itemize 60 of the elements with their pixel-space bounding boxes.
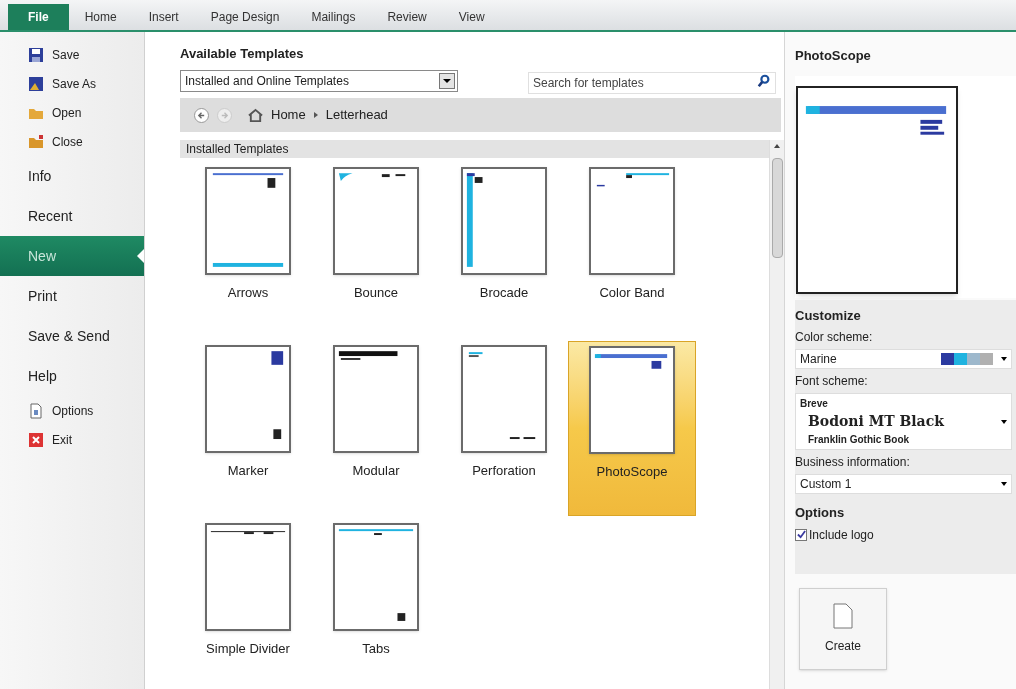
backstage-tab[interactable]: New: [0, 236, 144, 276]
template-item[interactable]: Modular: [312, 341, 440, 516]
create-button[interactable]: Create: [799, 587, 887, 670]
panel-heading: Options: [795, 504, 846, 522]
template-item[interactable]: Perforation: [440, 341, 568, 516]
chevron-icon: [313, 112, 318, 118]
field-label: Color scheme:: [795, 329, 874, 346]
dropdown-arrow-icon: [1001, 482, 1007, 486]
picture-icon: [28, 75, 44, 92]
search-icon: [757, 74, 771, 88]
template-item[interactable]: Color Band: [568, 163, 696, 338]
ribbon-tab[interactable]: Insert: [132, 4, 195, 30]
document-icon: [28, 402, 44, 419]
template-item[interactable]: Brocade: [440, 163, 568, 338]
menu-command[interactable]: Open: [0, 98, 144, 127]
field-label: Business information:: [795, 454, 911, 471]
business-information-dropdown[interactable]: Custom 1: [795, 474, 1012, 494]
section-title: Available Templates: [180, 45, 305, 63]
menu-command[interactable]: Options: [0, 396, 144, 425]
ribbon-tab[interactable]: File: [8, 4, 69, 30]
folder-icon: [28, 133, 44, 150]
close-icon: [28, 431, 44, 448]
template-item[interactable]: PhotoScope: [568, 341, 696, 516]
template-item[interactable]: Simple Divider: [184, 519, 312, 689]
home-icon: [248, 107, 263, 123]
template-item[interactable]: Marker: [184, 341, 312, 516]
template-item[interactable]: Arrows: [184, 163, 312, 338]
menu-command[interactable]: Exit: [0, 425, 144, 454]
dropdown-arrow-icon: [1001, 357, 1007, 361]
backstage-tab[interactable]: Recent: [0, 196, 144, 236]
ribbon-tab[interactable]: Mailings: [295, 4, 372, 30]
color-scheme-dropdown[interactable]: Marine: [795, 349, 1012, 369]
breadcrumb-link[interactable]: Home: [271, 105, 306, 125]
search-field[interactable]: Search for templates: [528, 72, 776, 94]
checkbox[interactable]: [795, 528, 807, 541]
menu-command[interactable]: Save: [0, 40, 144, 69]
field-label: Font scheme:: [795, 373, 869, 390]
section-header: Installed Templates: [180, 140, 769, 158]
template-source-dropdown[interactable]: Installed and Online Templates: [180, 70, 458, 92]
backstage-tab[interactable]: Save & Send: [0, 316, 144, 356]
ribbon-tab[interactable]: View: [442, 4, 501, 30]
ribbon-tab[interactable]: Home: [68, 4, 133, 30]
font-scheme-dropdown[interactable]: Breve Bodoni MT Black Franklin Gothic Book: [795, 393, 1012, 450]
preview-title: PhotoScope: [795, 47, 872, 65]
ribbon-tab[interactable]: Page Design: [194, 4, 296, 30]
checkbox-label: Include logo: [809, 526, 874, 544]
backstage-tab[interactable]: Help: [0, 356, 144, 396]
backstage-tab[interactable]: Print: [0, 276, 144, 316]
panel-heading: Customize: [795, 306, 862, 325]
template-item[interactable]: Tabs: [312, 519, 440, 689]
dropdown-arrow-icon: [1001, 419, 1007, 424]
ribbon-tab[interactable]: Review: [371, 4, 443, 30]
menu-command[interactable]: Save As: [0, 69, 144, 98]
breadcrumb-link[interactable]: Letterhead: [325, 105, 388, 125]
menu-command[interactable]: Close: [0, 127, 144, 156]
document-icon: [833, 602, 853, 629]
backstage-tab[interactable]: Info: [0, 156, 144, 196]
scrollbar[interactable]: [769, 140, 784, 689]
template-item[interactable]: Bounce: [312, 163, 440, 338]
back-icon[interactable]: [194, 107, 209, 123]
